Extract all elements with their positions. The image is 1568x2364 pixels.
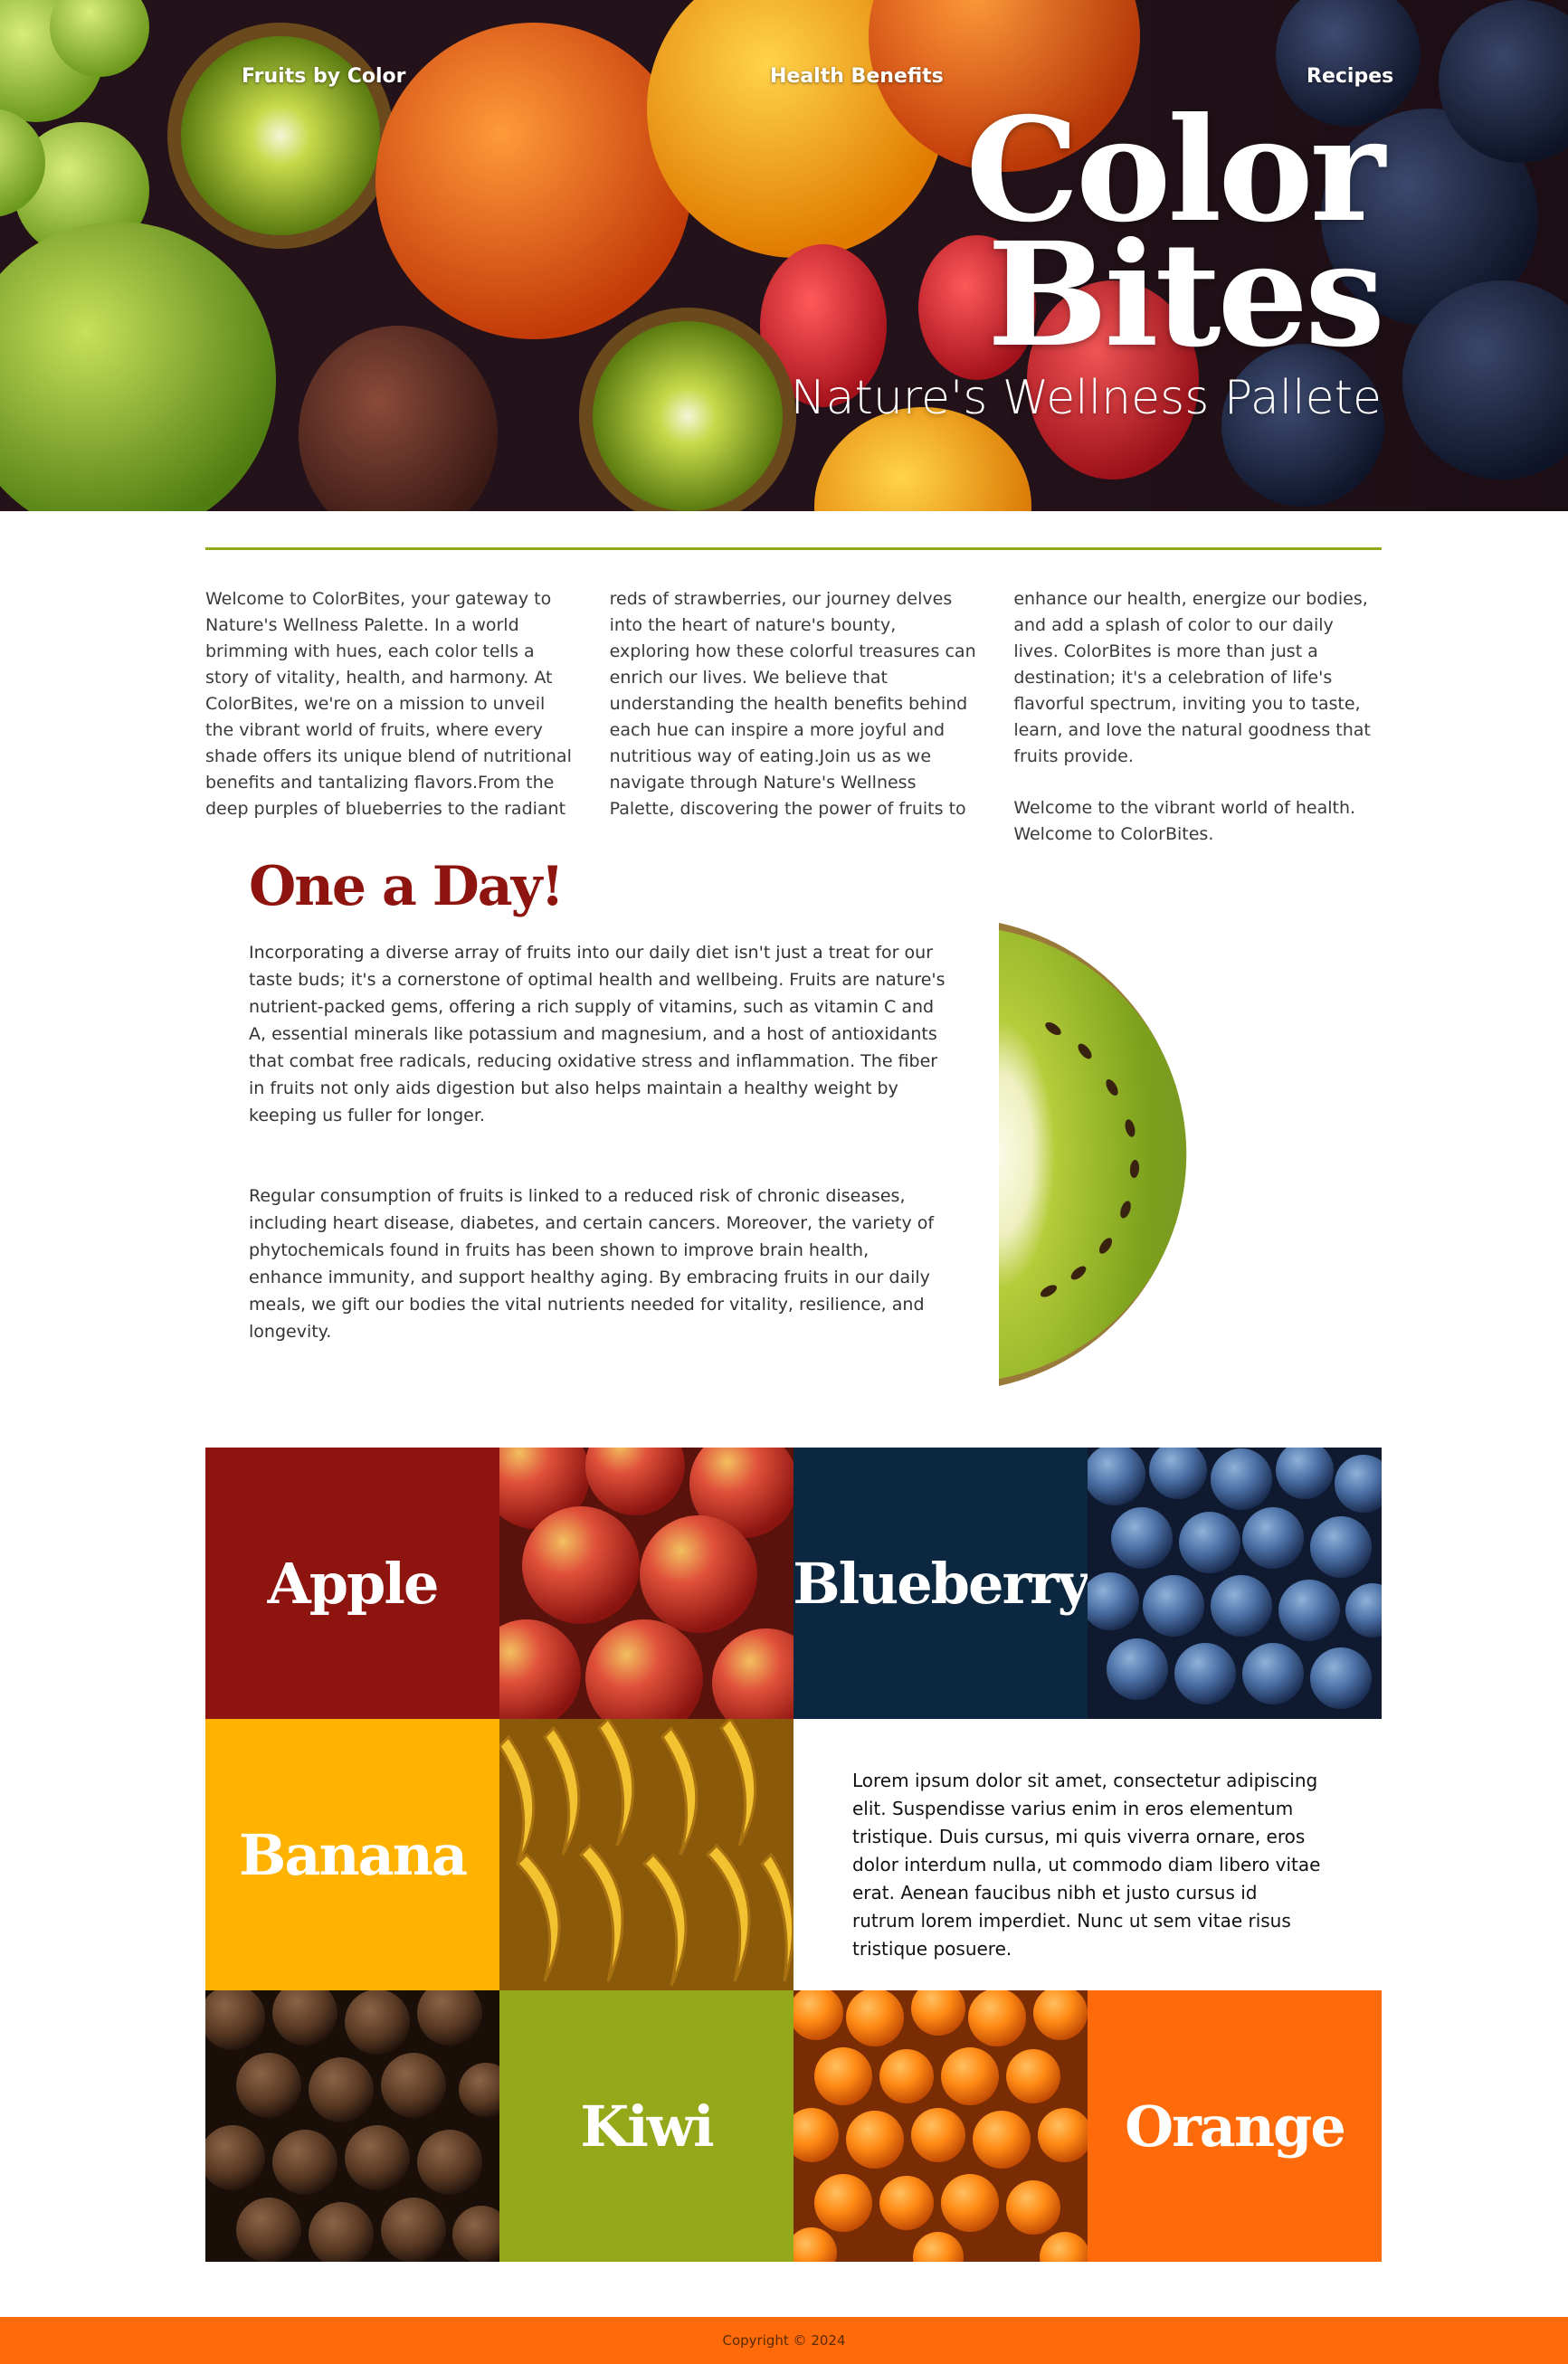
nav-health-benefits[interactable]: Health Benefits [770, 65, 944, 88]
orange-photo [794, 1990, 1088, 2262]
blueberry-label: Blueberry [794, 1550, 1088, 1617]
site-title: Color Bites [748, 100, 1385, 379]
kiwi-tile[interactable]: Kiwi [499, 1990, 794, 2262]
blueberry-photo [1088, 1448, 1382, 1719]
one-a-day-heading: One a Day! [249, 855, 565, 918]
footer: Copyright © 2024 [0, 2317, 1568, 2364]
orange-tile[interactable]: Orange [1088, 1990, 1382, 2262]
apple-label: Apple [267, 1550, 440, 1617]
nav-fruits-by-color[interactable]: Fruits by Color [242, 65, 405, 88]
nav-recipes[interactable]: Recipes [1307, 65, 1393, 88]
one-a-day-paragraph-1: Incorporating a diverse array of fruits … [249, 943, 946, 1125]
blueberry-tile[interactable]: Blueberry [794, 1448, 1088, 1719]
banana-photo [499, 1719, 794, 1990]
site-subtitle: Nature's Wellness Pallete [790, 371, 1382, 425]
apple-photo [499, 1448, 794, 1719]
fruit-description: Lorem ipsum dolor sit amet, consectetur … [852, 1770, 1321, 1960]
kiwi-photo [205, 1990, 499, 2262]
section-divider [205, 547, 1382, 550]
hero-banner: Fruits by Color Health Benefits Recipes … [0, 0, 1568, 511]
site-title-line2: Bites [986, 212, 1385, 379]
intro-text: Welcome to ColorBites, your gateway to N… [205, 586, 1382, 848]
apple-tile[interactable]: Apple [205, 1448, 499, 1719]
kiwi-label: Kiwi [580, 2093, 714, 2160]
one-a-day-paragraph-2: Regular consumption of fruits is linked … [249, 1186, 935, 1342]
banana-label: Banana [238, 1821, 468, 1888]
orange-label: Orange [1125, 2093, 1346, 2160]
copyright-text: Copyright © 2024 [722, 2332, 846, 2349]
banana-tile[interactable]: Banana [205, 1719, 499, 1990]
intro-paragraph-2: Welcome to the vibrant world of health. … [1013, 798, 1356, 844]
kiwi-slice-image [999, 916, 1352, 1393]
